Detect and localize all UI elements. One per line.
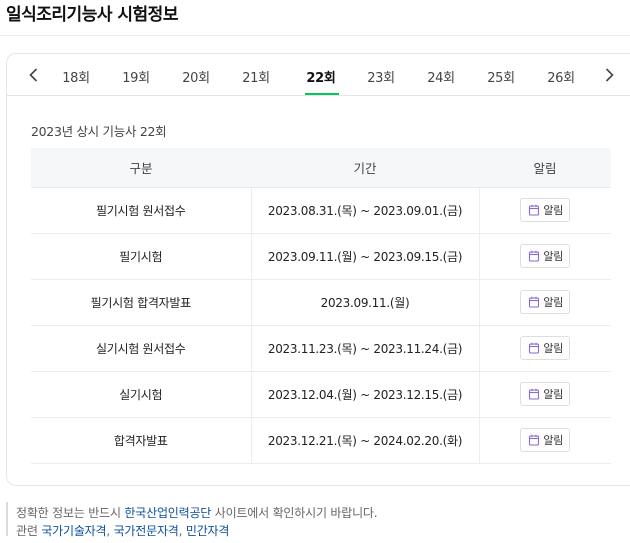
row-category: 실기시험 원서접수	[31, 325, 251, 372]
calendar-icon	[529, 250, 540, 262]
table-header-row: 구분 기간 알림	[31, 148, 611, 188]
alarm-label: 알림	[543, 342, 564, 355]
tab-23[interactable]: 23회	[361, 67, 401, 86]
table-row: 필기시험 2023.09.11.(월) ~ 2023.09.15.(금) 알림	[31, 233, 611, 280]
national-technical-qualification-link[interactable]: 국가기술자격	[41, 524, 106, 538]
national-professional-qualification-link[interactable]: 국가전문자격	[114, 524, 179, 538]
row-period: 2023.12.21.(목) ~ 2024.02.20.(화)	[250, 417, 480, 464]
row-category: 합격자발표	[31, 417, 251, 464]
title-divider	[0, 35, 630, 36]
hrdk-link[interactable]: 한국산업인력공단	[124, 506, 211, 520]
alarm-label: 알림	[543, 296, 564, 309]
tab-22[interactable]: 22회	[301, 67, 341, 86]
calendar-icon	[529, 204, 540, 216]
alarm-button[interactable]: 알림	[520, 336, 571, 360]
calendar-icon	[529, 296, 540, 308]
table-row: 필기시험 원서접수 2023.08.31.(목) ~ 2023.09.01.(금)…	[31, 187, 611, 234]
notice-bar	[6, 502, 8, 536]
notice-line-2: 관련 국가기술자격, 국가전문자격, 민간자격	[16, 524, 230, 538]
notice-text: 정확한 정보는 반드시	[16, 506, 121, 520]
alarm-button[interactable]: 알림	[520, 382, 571, 406]
alarm-label: 알림	[543, 204, 564, 217]
calendar-icon	[529, 388, 540, 400]
related-label: 관련	[16, 524, 38, 538]
row-period: 2023.08.31.(목) ~ 2023.09.01.(금)	[250, 187, 480, 234]
row-category: 필기시험 합격자발표	[31, 279, 251, 326]
tab-21[interactable]: 21회	[236, 67, 276, 86]
table-row: 필기시험 합격자발표 2023.09.11.(월) 알림	[31, 279, 611, 326]
tab-24[interactable]: 24회	[421, 67, 461, 86]
tab-18[interactable]: 18회	[56, 67, 96, 86]
calendar-icon	[529, 434, 540, 446]
alarm-button[interactable]: 알림	[520, 428, 571, 452]
chevron-left-icon	[29, 68, 38, 82]
row-alarm-cell: 알림	[479, 187, 611, 234]
tab-25[interactable]: 25회	[481, 67, 521, 86]
tab-20[interactable]: 20회	[176, 67, 216, 86]
round-tabs: 18회 19회 20회 21회 22회 23회 24회 25회 26회	[7, 54, 630, 96]
alarm-label: 알림	[543, 434, 564, 447]
prev-tab-button[interactable]	[24, 65, 44, 85]
schedule-table: 구분 기간 알림 필기시험 원서접수 2023.08.31.(목) ~ 2023.…	[31, 148, 611, 464]
notice-line-1: 정확한 정보는 반드시 한국산업인력공단 사이트에서 확인하시기 바랍니다.	[16, 504, 378, 521]
section-title: 2023년 상시 기능사 22회	[31, 124, 167, 139]
row-alarm-cell: 알림	[479, 233, 611, 280]
exam-info-card: 18회 19회 20회 21회 22회 23회 24회 25회 26회 2023…	[6, 53, 630, 486]
tab-19[interactable]: 19회	[116, 67, 156, 86]
alarm-label: 알림	[543, 250, 564, 263]
alarm-button[interactable]: 알림	[520, 290, 571, 314]
row-alarm-cell: 알림	[479, 371, 611, 418]
header-category: 구분	[31, 148, 251, 188]
calendar-icon	[529, 342, 540, 354]
row-category: 필기시험	[31, 233, 251, 280]
row-alarm-cell: 알림	[479, 417, 611, 464]
table-row: 합격자발표 2023.12.21.(목) ~ 2024.02.20.(화) 알림	[31, 417, 611, 464]
table-row: 실기시험 원서접수 2023.11.23.(목) ~ 2023.11.24.(금)…	[31, 325, 611, 372]
page-title: 일식조리기능사 시험정보	[6, 5, 178, 25]
row-period: 2023.09.11.(월) ~ 2023.09.15.(금)	[250, 233, 480, 280]
row-period: 2023.09.11.(월)	[250, 279, 480, 326]
row-alarm-cell: 알림	[479, 325, 611, 372]
row-category: 필기시험 원서접수	[31, 187, 251, 234]
header-period: 기간	[251, 148, 479, 188]
row-category: 실기시험	[31, 371, 251, 418]
next-tab-button[interactable]	[599, 65, 619, 85]
alarm-button[interactable]: 알림	[520, 244, 571, 268]
private-qualification-link[interactable]: 민간자격	[186, 524, 230, 538]
row-period: 2023.11.23.(목) ~ 2023.11.24.(금)	[250, 325, 480, 372]
row-period: 2023.12.04.(월) ~ 2023.12.15.(금)	[250, 371, 480, 418]
active-tab-indicator	[305, 93, 339, 95]
table-row: 실기시험 2023.12.04.(월) ~ 2023.12.15.(금) 알림	[31, 371, 611, 418]
header-alarm: 알림	[479, 148, 611, 188]
chevron-right-icon	[605, 68, 614, 82]
notice-text: 사이트에서 확인하시기 바랍니다.	[214, 506, 378, 520]
tab-26[interactable]: 26회	[541, 67, 581, 86]
row-alarm-cell: 알림	[479, 279, 611, 326]
alarm-label: 알림	[543, 388, 564, 401]
alarm-button[interactable]: 알림	[520, 198, 571, 222]
